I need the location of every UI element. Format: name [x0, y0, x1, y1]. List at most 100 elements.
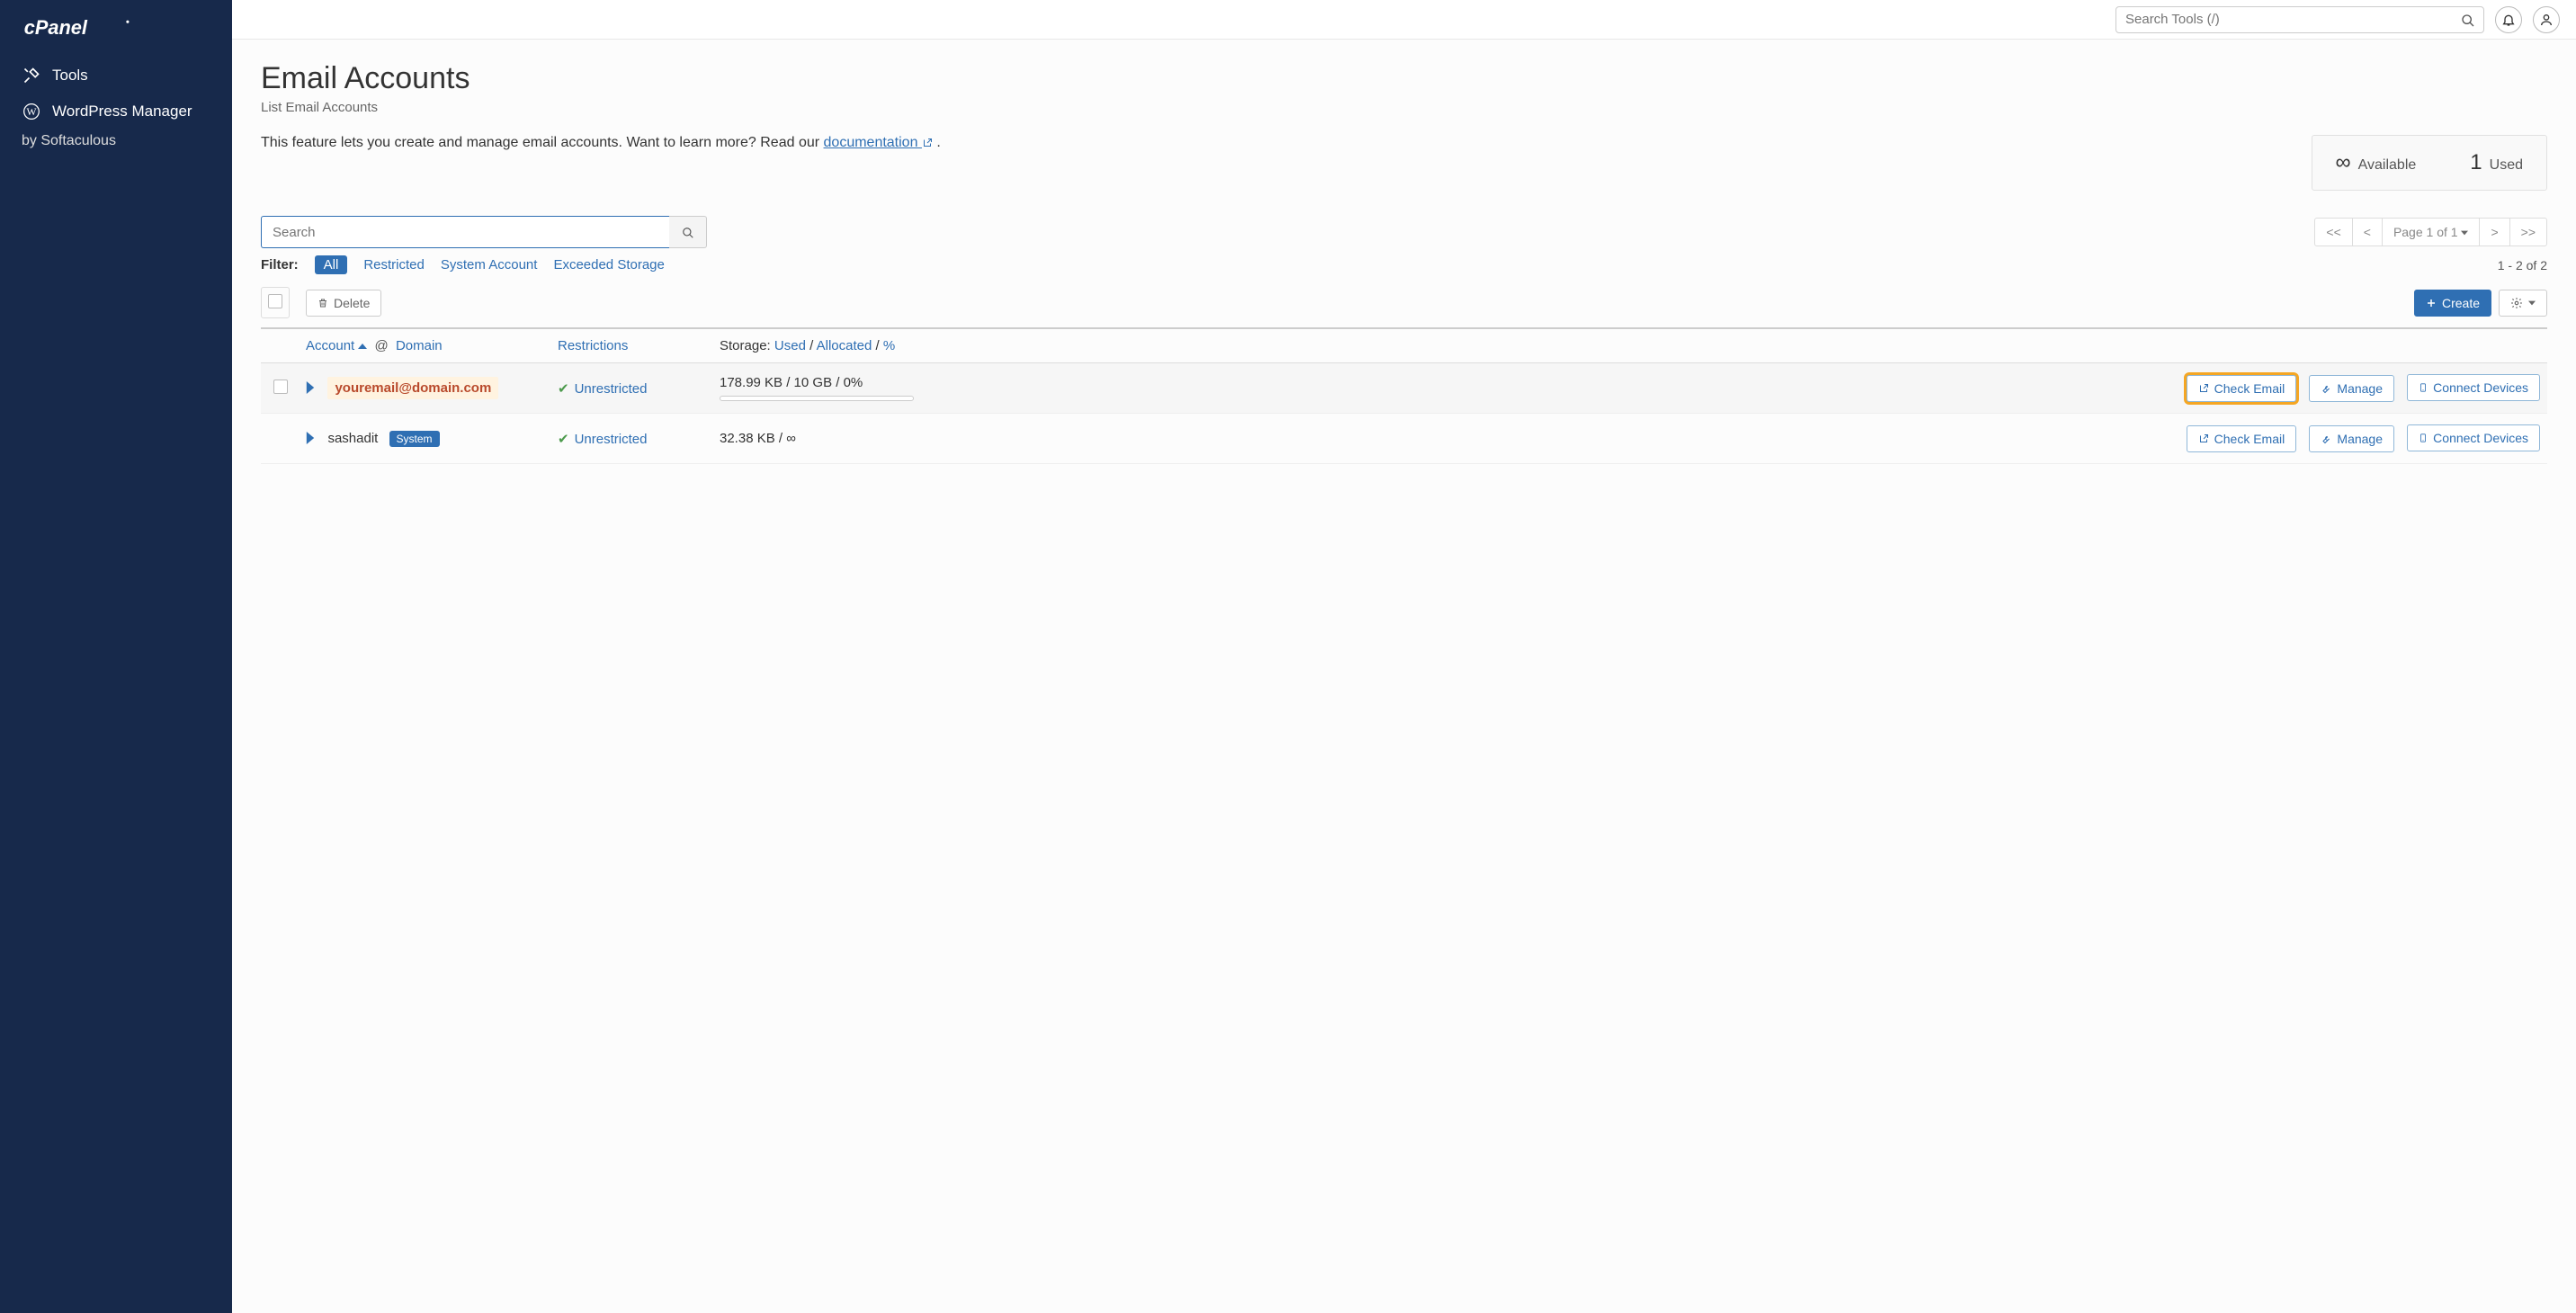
trash-icon — [318, 298, 328, 308]
wrench-icon — [2321, 433, 2331, 444]
bell-icon — [2501, 13, 2516, 27]
page-subtitle: List Email Accounts — [261, 100, 2547, 115]
stat-used-label: Used — [2490, 157, 2523, 174]
user-button[interactable] — [2533, 6, 2560, 33]
filter-system[interactable]: System Account — [441, 257, 538, 272]
table-header: Account @ Domain Restrictions Storage: U… — [261, 327, 2547, 363]
storage-value: 178.99 KB / 10 GB / 0% — [720, 375, 2169, 390]
expand-row[interactable] — [306, 431, 318, 446]
table-row: youremail@domain.com ✔ Unrestricted 178.9… — [261, 363, 2547, 414]
main-area: Email Accounts List Email Accounts This … — [232, 0, 2576, 1313]
stats-box: ∞ Available 1 Used — [2312, 135, 2547, 191]
external-link-icon — [922, 138, 933, 148]
filter-all[interactable]: All — [315, 255, 348, 274]
stat-used-value: 1 — [2470, 150, 2482, 175]
search-tools-wrap — [2115, 6, 2484, 33]
plus-icon — [2426, 298, 2437, 308]
check-icon: ✔ — [558, 432, 569, 447]
search-icon — [682, 227, 694, 239]
content: Email Accounts List Email Accounts This … — [232, 40, 2576, 1313]
sort-asc-icon — [358, 342, 367, 351]
cpanel-logo: cPanel — [0, 11, 232, 58]
expand-row[interactable] — [306, 380, 318, 396]
stat-used: 1 Used — [2470, 150, 2523, 175]
caret-down-icon — [2461, 229, 2468, 237]
search-accounts-button[interactable] — [669, 216, 707, 248]
col-account[interactable]: Account — [306, 338, 367, 353]
storage-value: 32.38 KB / ∞ — [720, 431, 2169, 446]
check-email-button[interactable]: Check Email — [2187, 375, 2297, 402]
table-row: sashadit System ✔Unrestricted 32.38 KB /… — [261, 414, 2547, 464]
search-accounts-group — [261, 216, 707, 248]
account-email: youremail@domain.com — [327, 377, 498, 399]
storage-label: Storage: — [720, 338, 771, 353]
restriction-value: Unrestricted — [575, 432, 648, 447]
row-checkbox[interactable] — [273, 380, 288, 394]
mobile-icon — [2419, 381, 2428, 394]
system-badge: System — [389, 431, 440, 447]
filter-exceeded[interactable]: Exceeded Storage — [553, 257, 664, 272]
connect-devices-button[interactable]: Connect Devices — [2407, 374, 2540, 401]
restriction-value: Unrestricted — [575, 381, 648, 397]
intro-suffix: . — [933, 135, 941, 150]
manage-button[interactable]: Manage — [2309, 425, 2394, 452]
filters: Filter: All Restricted System Account Ex… — [261, 255, 665, 274]
documentation-link[interactable]: documentation — [824, 135, 933, 150]
svg-text:W: W — [26, 106, 36, 118]
col-used[interactable]: Used — [774, 338, 806, 353]
sidebar-item-label: Tools — [52, 67, 88, 85]
create-button[interactable]: Create — [2414, 290, 2491, 317]
svg-text:cPanel: cPanel — [24, 16, 88, 39]
page-prev[interactable]: < — [2352, 218, 2383, 246]
stat-available: ∞ Available — [2336, 150, 2417, 175]
notifications-button[interactable] — [2495, 6, 2522, 33]
sidebar-item-label: WordPress Manager — [52, 103, 192, 121]
filter-label: Filter: — [261, 257, 299, 272]
check-icon: ✔ — [558, 381, 569, 397]
external-link-icon — [2198, 433, 2209, 444]
external-link-icon — [2198, 383, 2209, 394]
select-all-checkbox[interactable] — [268, 294, 282, 308]
sidebar-item-wordpress[interactable]: W WordPress Manager — [0, 94, 232, 130]
search-icon[interactable] — [2461, 13, 2475, 28]
col-allocated[interactable]: Allocated — [817, 338, 872, 353]
caret-down-icon — [2528, 299, 2536, 307]
manage-button[interactable]: Manage — [2309, 375, 2394, 402]
sidebar: cPanel Tools W WordPress Manager by Soft… — [0, 0, 232, 1313]
search-tools-input[interactable] — [2115, 6, 2484, 33]
col-restrictions[interactable]: Restrictions — [558, 338, 628, 353]
sidebar-item-tools[interactable]: Tools — [0, 58, 232, 94]
check-email-button[interactable]: Check Email — [2187, 425, 2297, 452]
delete-button[interactable]: Delete — [306, 290, 381, 317]
stat-available-label: Available — [2358, 157, 2417, 174]
chevron-right-icon — [306, 381, 315, 394]
col-domain[interactable]: Domain — [396, 338, 443, 353]
pagination: << < Page 1 of 1 > >> — [2315, 218, 2547, 246]
wrench-icon — [2321, 383, 2331, 394]
settings-button[interactable] — [2499, 290, 2547, 317]
connect-devices-button[interactable]: Connect Devices — [2407, 424, 2540, 451]
user-icon — [2539, 13, 2554, 27]
chevron-right-icon — [306, 432, 315, 444]
page-next[interactable]: > — [2479, 218, 2509, 246]
storage-progress — [720, 396, 914, 401]
sidebar-subtext: by Softaculous — [0, 130, 232, 158]
topbar — [232, 0, 2576, 40]
result-range: 1 - 2 of 2 — [2498, 258, 2547, 272]
page-current[interactable]: Page 1 of 1 — [2382, 218, 2481, 246]
page-first[interactable]: << — [2314, 218, 2352, 246]
select-all-wrap[interactable] — [261, 287, 290, 318]
page-title: Email Accounts — [261, 61, 2547, 96]
search-accounts-input[interactable] — [261, 216, 669, 248]
intro-text: This feature lets you create and manage … — [261, 135, 941, 151]
mobile-icon — [2419, 432, 2428, 444]
col-percent[interactable]: % — [883, 338, 895, 353]
wordpress-icon: W — [22, 103, 41, 121]
accounts-table: Account @ Domain Restrictions Storage: U… — [261, 327, 2547, 464]
tools-icon — [22, 67, 41, 85]
intro-prefix: This feature lets you create and manage … — [261, 135, 824, 150]
stat-available-value: ∞ — [2336, 150, 2351, 175]
filter-restricted[interactable]: Restricted — [363, 257, 425, 272]
gear-icon — [2510, 297, 2523, 309]
page-last[interactable]: >> — [2509, 218, 2547, 246]
